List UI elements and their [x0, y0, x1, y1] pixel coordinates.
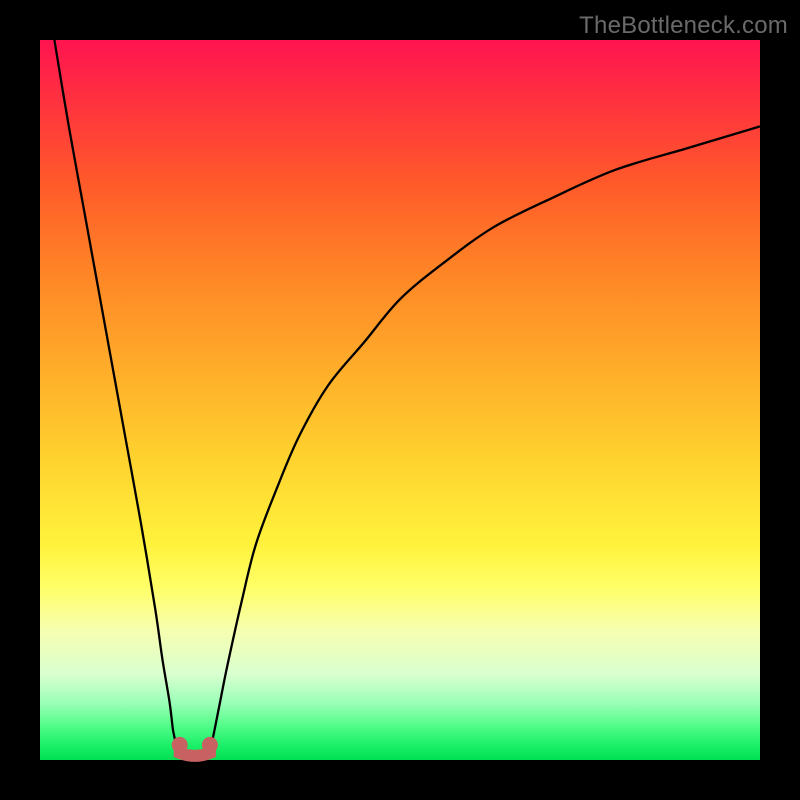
curve-right — [209, 126, 760, 752]
chart-frame: TheBottleneck.com — [0, 0, 800, 800]
curve-layer — [40, 40, 760, 760]
curve-left — [54, 40, 180, 753]
marker-b — [202, 737, 218, 753]
watermark-text: TheBottleneck.com — [579, 12, 788, 40]
marker-a — [172, 737, 188, 753]
plot-area — [40, 40, 760, 760]
